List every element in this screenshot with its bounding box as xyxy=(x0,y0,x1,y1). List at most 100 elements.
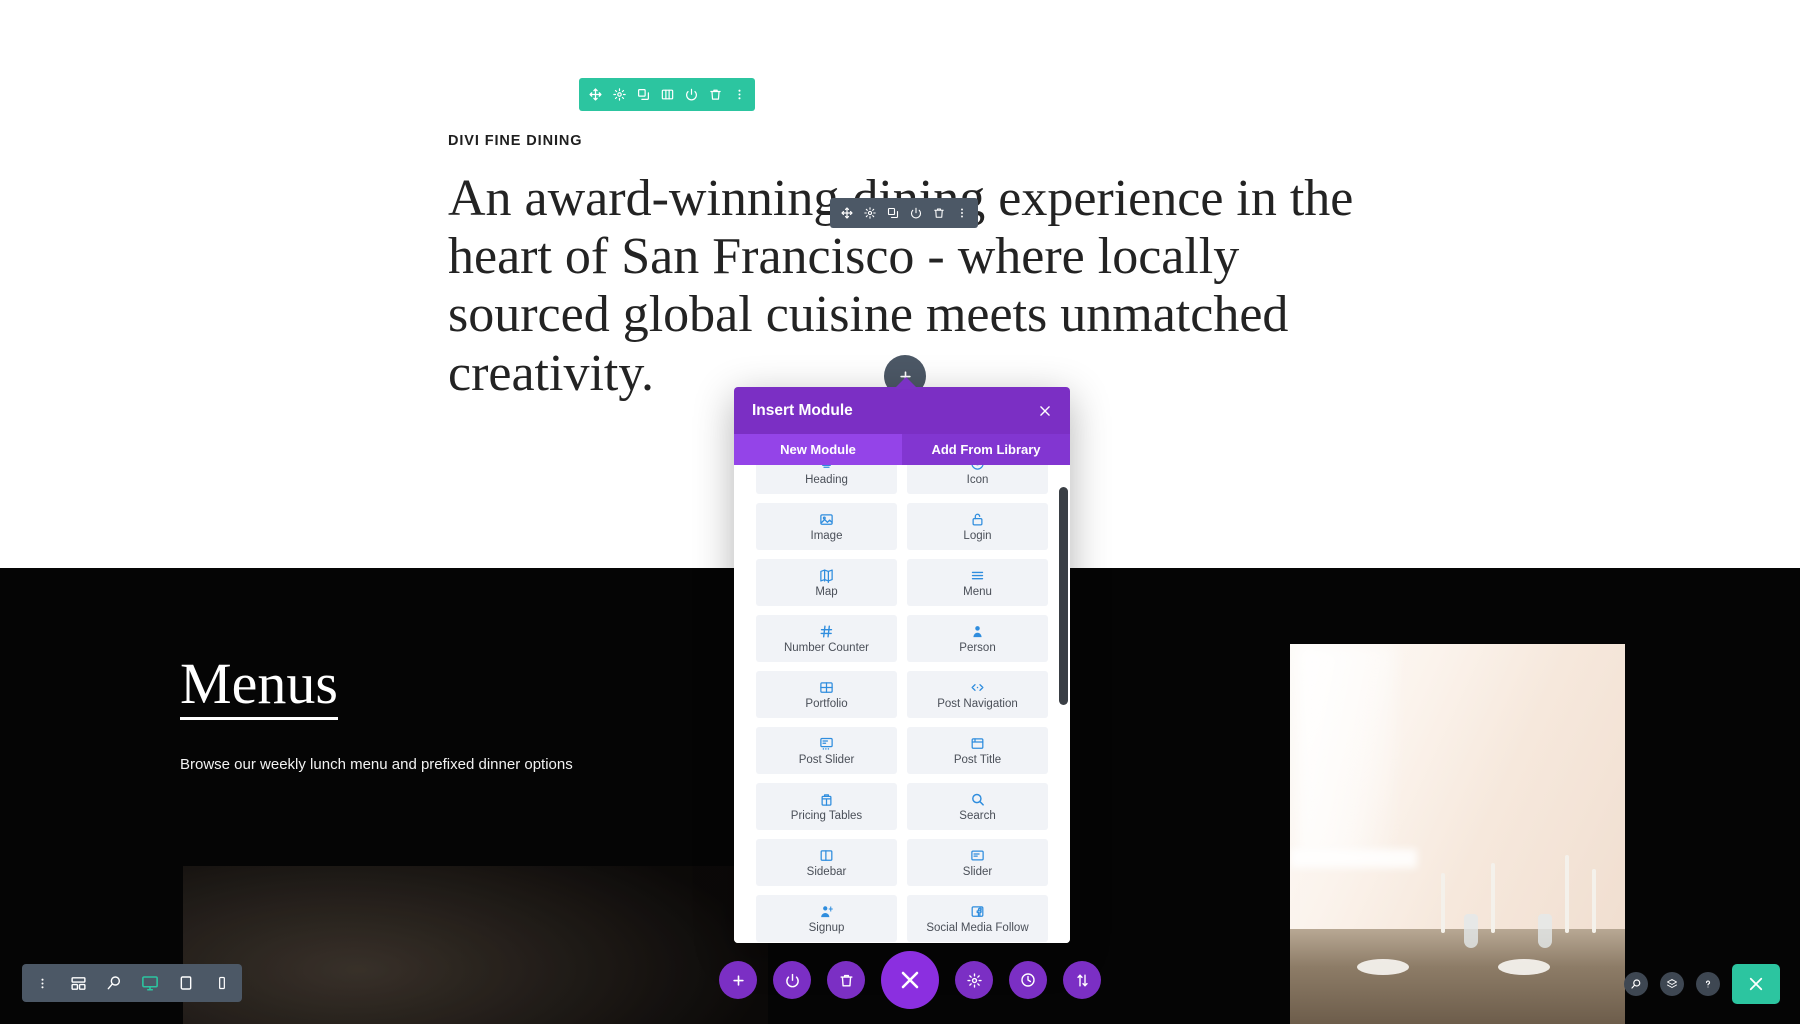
module-card-signup[interactable]: Signup xyxy=(756,895,897,942)
module-card-label: Post Title xyxy=(953,753,1002,766)
module-card-number-counter[interactable]: Number Counter xyxy=(756,615,897,662)
search-icon[interactable] xyxy=(1624,972,1648,996)
map-icon xyxy=(819,568,834,583)
zoom-icon[interactable] xyxy=(102,964,126,1002)
layers-icon[interactable] xyxy=(1660,972,1684,996)
module-card-post-title[interactable]: Post Title xyxy=(907,727,1048,774)
social-icon xyxy=(970,904,985,919)
module-card-label: Person xyxy=(959,641,996,654)
menus-photo xyxy=(183,866,768,1024)
gear-button[interactable] xyxy=(955,961,993,999)
tablet-icon[interactable] xyxy=(174,964,198,1002)
modal-scrollbar[interactable] xyxy=(1059,487,1068,705)
history-button[interactable] xyxy=(1009,961,1047,999)
duplicate-icon[interactable] xyxy=(881,198,904,228)
menus-title: Menus xyxy=(180,655,338,720)
module-card-post-navigation[interactable]: Post Navigation xyxy=(907,671,1048,718)
module-toolbar[interactable] xyxy=(830,198,978,228)
module-card-post-slider[interactable]: Post Slider xyxy=(756,727,897,774)
modal-tabs: New Module Add From Library xyxy=(734,434,1070,465)
module-card-search[interactable]: Search xyxy=(907,783,1048,830)
more-vertical-icon[interactable] xyxy=(727,78,751,111)
sidebar-icon xyxy=(819,848,834,863)
lock-icon xyxy=(970,512,985,527)
module-card-pricing-tables[interactable]: Pricing Tables xyxy=(756,783,897,830)
builder-main-toolbar[interactable] xyxy=(719,950,1101,1010)
search-icon xyxy=(970,792,985,807)
view-mode-toolbar[interactable] xyxy=(22,964,242,1002)
menu-icon xyxy=(970,568,985,583)
slider-icon xyxy=(970,848,985,863)
module-card-label: Post Slider xyxy=(798,753,855,766)
module-card-menu[interactable]: Menu xyxy=(907,559,1048,606)
desktop-icon[interactable] xyxy=(138,964,162,1002)
power-icon[interactable] xyxy=(679,78,703,111)
move-icon[interactable] xyxy=(583,78,607,111)
trash-icon[interactable] xyxy=(703,78,727,111)
module-card-label: Map xyxy=(815,585,838,598)
code-arrows-icon xyxy=(970,680,985,695)
module-card-login[interactable]: Login xyxy=(907,503,1048,550)
more-vertical-icon[interactable] xyxy=(950,198,973,228)
module-card-label: Pricing Tables xyxy=(790,809,863,822)
module-card-label: Sidebar xyxy=(806,865,847,878)
module-card-label: Icon xyxy=(966,473,989,486)
module-card-label: Slider xyxy=(962,865,993,878)
gear-icon[interactable] xyxy=(858,198,881,228)
module-card-portfolio[interactable]: Portfolio xyxy=(756,671,897,718)
module-card-social-media-follow[interactable]: Social Media Follow xyxy=(907,895,1048,942)
menus-subtitle: Browse our weekly lunch menu and prefixe… xyxy=(180,756,573,773)
duplicate-icon[interactable] xyxy=(631,78,655,111)
help-toolbar[interactable] xyxy=(1624,962,1780,1006)
post-title-icon xyxy=(970,736,985,751)
phone-icon[interactable] xyxy=(210,964,234,1002)
exit-builder-button[interactable] xyxy=(1732,964,1780,1004)
hero-eyebrow: DIVI FINE DINING xyxy=(448,133,583,149)
close-builder-button[interactable] xyxy=(881,951,939,1009)
module-list[interactable]: Heading Icon Image Login Map Menu Number Count… xyxy=(734,465,1070,943)
add-section-button[interactable] xyxy=(719,961,757,999)
module-card-icon[interactable]: Icon xyxy=(907,465,1048,494)
module-card-sidebar[interactable]: Sidebar xyxy=(756,839,897,886)
module-card-heading[interactable]: Heading xyxy=(756,465,897,494)
module-card-label: Number Counter xyxy=(783,641,869,654)
signup-icon xyxy=(819,904,834,919)
insert-module-modal: Insert Module New Module Add From Librar… xyxy=(734,387,1070,943)
help-icon[interactable] xyxy=(1696,972,1720,996)
move-icon[interactable] xyxy=(835,198,858,228)
module-card-label: Signup xyxy=(808,921,845,934)
dining-table-photo xyxy=(1290,644,1625,1024)
module-card-label: Social Media Follow xyxy=(926,921,1029,934)
wireframe-icon[interactable] xyxy=(66,964,90,1002)
person-icon xyxy=(970,624,985,639)
power-icon[interactable] xyxy=(904,198,927,228)
pricing-tables-icon xyxy=(819,792,834,807)
hash-icon xyxy=(819,624,834,639)
module-card-map[interactable]: Map xyxy=(756,559,897,606)
columns-icon[interactable] xyxy=(655,78,679,111)
image-icon xyxy=(819,512,834,527)
more-vertical-icon[interactable] xyxy=(30,964,54,1002)
module-card-label: Login xyxy=(963,529,992,542)
trash-button[interactable] xyxy=(827,961,865,999)
tab-add-from-library[interactable]: Add From Library xyxy=(902,434,1070,465)
module-card-label: Image xyxy=(810,529,843,542)
modal-title: Insert Module xyxy=(752,401,853,419)
module-card-label: Menu xyxy=(963,585,992,598)
module-card-label: Portfolio xyxy=(805,697,848,710)
sort-button[interactable] xyxy=(1063,961,1101,999)
tab-new-module[interactable]: New Module xyxy=(734,434,902,465)
module-card-person[interactable]: Person xyxy=(907,615,1048,662)
grid-icon xyxy=(819,680,834,695)
trash-icon[interactable] xyxy=(927,198,950,228)
module-card-slider[interactable]: Slider xyxy=(907,839,1048,886)
module-card-label: Heading xyxy=(805,473,848,486)
module-card-image[interactable]: Image xyxy=(756,503,897,550)
post-slider-icon xyxy=(819,736,834,751)
close-icon[interactable] xyxy=(1038,404,1052,418)
section-toolbar[interactable] xyxy=(579,78,755,111)
module-card-label: Post Navigation xyxy=(937,697,1018,710)
gear-icon[interactable] xyxy=(607,78,631,111)
modal-header: Insert Module xyxy=(734,387,1070,434)
power-button[interactable] xyxy=(773,961,811,999)
